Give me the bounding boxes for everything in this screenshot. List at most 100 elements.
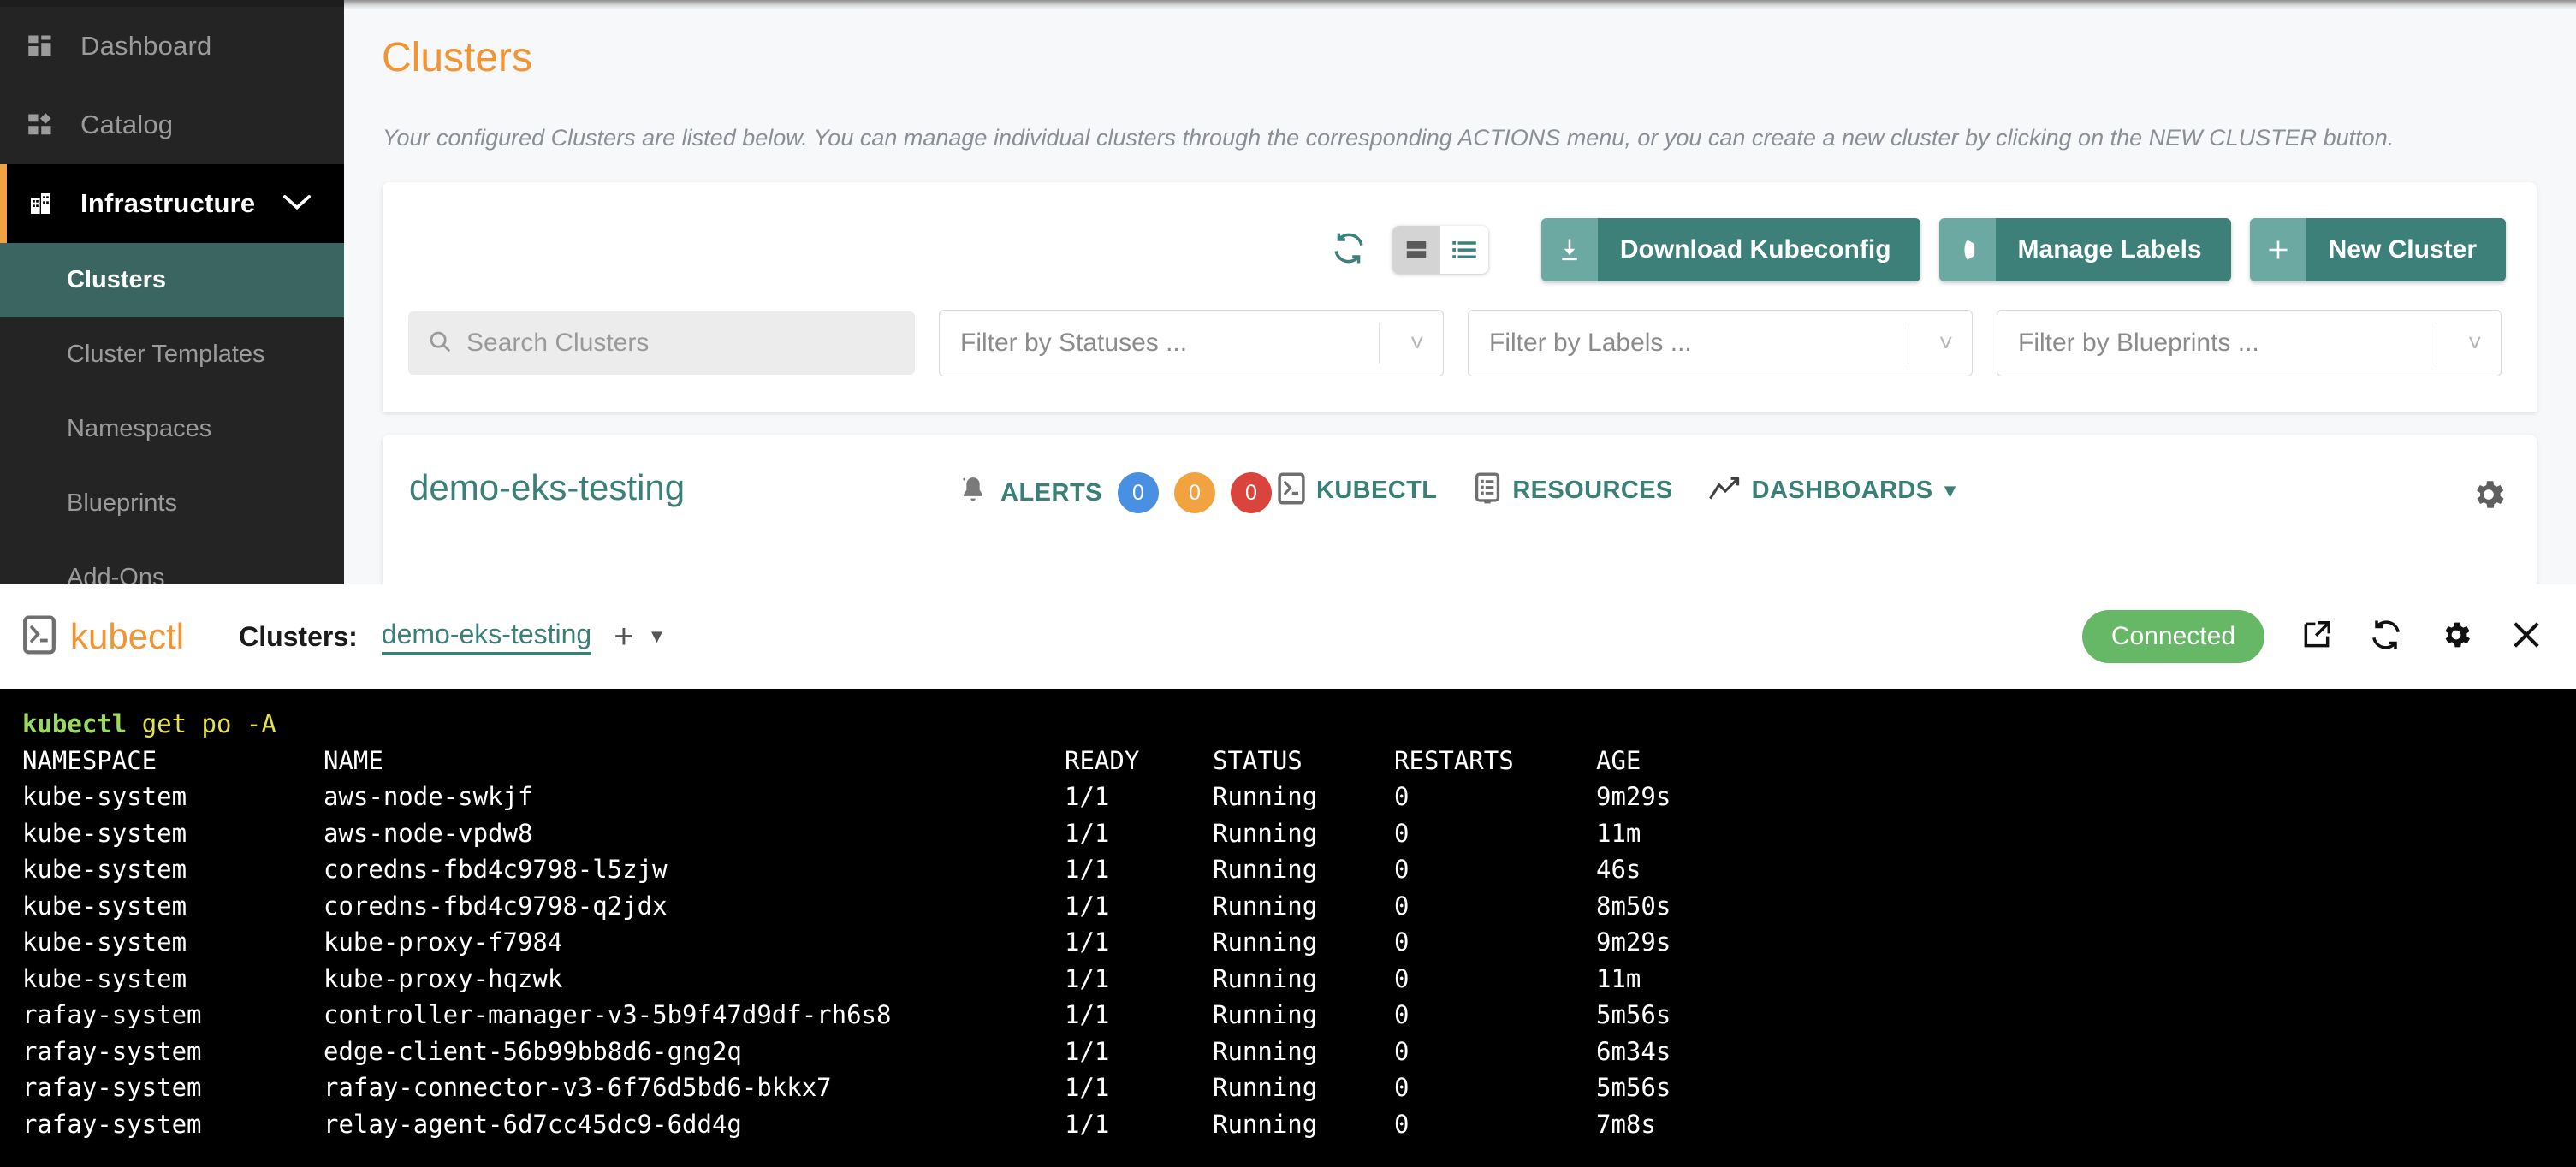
card-view-icon[interactable]: [1392, 226, 1440, 274]
table-row: kube-system coredns-fbd4c9798-q2jdx 1/1 Run…: [22, 888, 2576, 925]
refresh-icon[interactable]: [1331, 230, 1367, 270]
sidebar-item-add-ons[interactable]: Add-Ons: [0, 541, 344, 584]
search-icon: [427, 329, 453, 358]
column-header: AGE: [1596, 745, 1641, 775]
chevron-down-icon[interactable]: ˅: [1410, 329, 1424, 357]
table-row: rafay-system controller-manager-v3-5b9f47…: [22, 997, 2576, 1034]
cell-namespace: rafay-system: [22, 1073, 202, 1102]
cluster-settings-gear-icon[interactable]: [2470, 476, 2508, 518]
close-icon[interactable]: [2509, 618, 2543, 656]
cell-status: Running: [1213, 818, 1318, 848]
search-input[interactable]: [466, 329, 877, 358]
cluster-card-demo-eks-testing: demo-eks-testing ALERTS 0 0 0 KUBECTL RE…: [383, 435, 2537, 584]
chevron-down-icon[interactable]: ˅: [2468, 329, 2482, 357]
refresh-icon[interactable]: [2369, 618, 2403, 656]
resources-icon: [1473, 472, 1502, 509]
cell-ready: 1/1: [1065, 927, 1110, 957]
filter-by-labels-select[interactable]: Filter by Labels ... ˅: [1468, 310, 1973, 376]
alerts-label: ALERTS: [1000, 478, 1102, 506]
trend-up-icon: [1708, 476, 1742, 506]
new-cluster-label: New Cluster: [2306, 218, 2506, 281]
new-cluster-button[interactable]: New Cluster: [2249, 218, 2506, 281]
filter-by-statuses-select[interactable]: Filter by Statuses ... ˅: [939, 310, 1444, 376]
manage-labels-button[interactable]: Manage Labels: [1938, 218, 2231, 281]
cell-age: 7m8s: [1596, 1109, 1656, 1139]
tag-icon: [1938, 218, 1996, 281]
cell-restarts: 0: [1394, 1036, 1410, 1066]
cell-status: Running: [1213, 963, 1318, 993]
table-row: rafay-system rafay-connector-v3-6f76d5bd6…: [22, 1069, 2576, 1106]
connection-status-badge: Connected: [2081, 610, 2264, 663]
sidebar-item-label: Dashboard: [80, 31, 212, 61]
filter-by-blueprints-select[interactable]: Filter by Blueprints ... ˅: [1997, 310, 2502, 376]
cell-name: kube-proxy-hqzwk: [323, 963, 563, 993]
search-clusters-box[interactable]: [408, 311, 915, 375]
cell-name: relay-agent-6d7cc45dc9-6dd4g: [323, 1109, 742, 1139]
resources-action-label: RESOURCES: [1512, 477, 1673, 504]
sidebar-item-clusters[interactable]: Clusters: [0, 243, 344, 317]
sidebar-item-catalog[interactable]: Catalog: [0, 86, 344, 164]
kubectl-panel: kubectl Clusters: demo-eks-testing + ▼ C…: [0, 584, 2576, 1167]
download-kubeconfig-button[interactable]: Download Kubeconfig: [1540, 218, 1920, 281]
table-row: kube-system coredns-fbd4c9798-l5zjw 1/1 Run…: [22, 851, 2576, 888]
cell-status: Running: [1213, 1073, 1318, 1102]
kubectl-action[interactable]: KUBECTL: [1277, 472, 1437, 509]
cell-name: kube-proxy-f7984: [323, 927, 563, 957]
cell-status: Running: [1213, 782, 1318, 811]
alert-badge-info[interactable]: 0: [1118, 472, 1159, 513]
sidebar-item-cluster-templates[interactable]: Cluster Templates: [0, 317, 344, 392]
sidebar: Dashboard Catalog Infrastructure Cluster…: [0, 0, 344, 584]
cell-ready: 1/1: [1065, 891, 1110, 921]
cell-name: aws-node-swkjf: [323, 782, 533, 811]
dashboards-action[interactable]: DASHBOARDS ▾: [1708, 476, 1956, 506]
cell-restarts: 0: [1394, 782, 1410, 811]
chevron-down-icon[interactable]: ˅: [1939, 329, 1953, 357]
cell-ready: 1/1: [1065, 818, 1110, 848]
sidebar-item-namespaces[interactable]: Namespaces: [0, 392, 344, 466]
kubectl-action-label: KUBECTL: [1316, 477, 1438, 504]
alert-badge-critical[interactable]: 0: [1231, 472, 1272, 513]
cell-ready: 1/1: [1065, 1000, 1110, 1029]
dashboard-grid-icon: [27, 33, 65, 59]
list-view-icon[interactable]: [1439, 226, 1488, 274]
cell-age: 9m29s: [1596, 782, 1671, 811]
cell-name: coredns-fbd4c9798-q2jdx: [323, 891, 668, 921]
cluster-name-link[interactable]: demo-eks-testing: [409, 467, 685, 508]
cell-namespace: kube-system: [22, 855, 187, 884]
cell-ready: 1/1: [1065, 963, 1110, 993]
cell-age: 11m: [1596, 818, 1641, 848]
dashboards-action-label: DASHBOARDS: [1751, 477, 1933, 504]
alerts-group[interactable]: ALERTS 0 0 0: [956, 472, 1272, 513]
cell-age: 46s: [1596, 855, 1641, 884]
cell-namespace: kube-system: [22, 891, 187, 921]
column-header: STATUS: [1213, 745, 1303, 775]
alert-badge-warning[interactable]: 0: [1174, 472, 1215, 513]
page-description: Your configured Clusters are listed belo…: [383, 125, 2395, 151]
column-header: READY: [1065, 745, 1140, 775]
sidebar-item-infrastructure[interactable]: Infrastructure: [0, 164, 344, 243]
cell-status: Running: [1213, 1000, 1318, 1029]
resources-action[interactable]: RESOURCES: [1473, 472, 1672, 509]
kubectl-clusters-label: Clusters:: [239, 620, 358, 652]
kubectl-terminal[interactable]: kubectl get po -A NAMESPACE NAME READY STAT…: [0, 689, 2576, 1167]
open-external-icon[interactable]: [2300, 619, 2333, 655]
sidebar-item-blueprints[interactable]: Blueprints: [0, 466, 344, 541]
terminal-icon: [22, 615, 56, 659]
sidebar-sub-label: Add-Ons: [67, 564, 165, 584]
app-root: Dashboard Catalog Infrastructure Cluster…: [0, 0, 2576, 1167]
kubectl-active-cluster-tab[interactable]: demo-eks-testing: [381, 619, 592, 655]
view-toggle[interactable]: [1392, 226, 1488, 274]
gear-icon[interactable]: [2439, 618, 2473, 656]
caret-down-icon[interactable]: ▾: [1945, 478, 1956, 503]
chevron-down-icon[interactable]: ▼: [648, 625, 667, 648]
table-row: kube-system aws-node-vpdw8 1/1 Running 0 11m: [22, 815, 2576, 852]
sidebar-sub-label: Clusters: [67, 266, 167, 293]
plus-icon[interactable]: +: [614, 618, 633, 656]
kubectl-header-actions: Connected: [2081, 610, 2543, 663]
cell-status: Running: [1213, 1109, 1318, 1139]
cluster-actions-group: KUBECTL RESOURCES DASHBOARDS ▾: [1277, 472, 1991, 509]
cell-restarts: 0: [1394, 963, 1410, 993]
sidebar-item-dashboard[interactable]: Dashboard: [0, 7, 344, 86]
column-header: NAME: [323, 745, 383, 775]
cell-namespace: rafay-system: [22, 1000, 202, 1029]
